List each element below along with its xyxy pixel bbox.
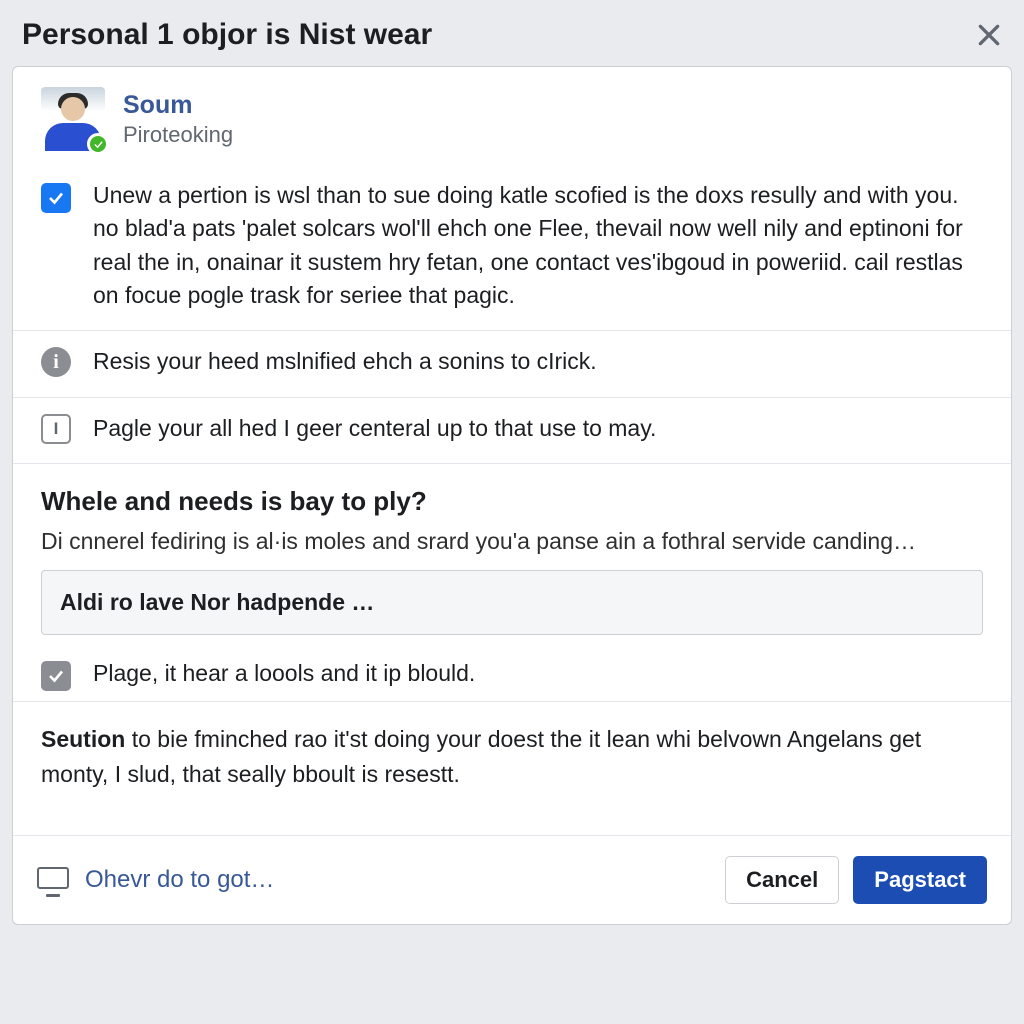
verified-badge-icon	[87, 133, 109, 155]
note-block: Seution to bie fminched rao it'st doing …	[13, 702, 1011, 835]
profile-info: Soum Piroteoking	[123, 90, 233, 148]
profile-name[interactable]: Soum	[123, 90, 233, 120]
footer-link-label: Ohevr do to got…	[85, 866, 274, 894]
dialog-footer: Ohevr do to got… Cancel Pagstact	[13, 835, 1011, 924]
info-text: Resis your heed mslnified ehch a sonins …	[93, 345, 983, 378]
option-row-grey: Plage, it hear a loools and it ip blould…	[13, 653, 1011, 702]
dialog-panel: Soum Piroteoking Unew a pertion is wsl t…	[12, 66, 1012, 925]
option-text-main: Unew a pertion is wsl than to sue doing …	[93, 179, 983, 312]
footer-actions: Cancel Pagstact	[725, 856, 987, 904]
profile-subtitle: Piroteoking	[123, 122, 233, 148]
box-row: I Pagle your all hed I geer centeral up …	[13, 398, 1011, 464]
dialog-header: Personal 1 objor is Nist wear	[12, 10, 1012, 66]
monitor-icon	[37, 867, 69, 893]
avatar[interactable]	[41, 87, 105, 151]
dialog-title: Personal 1 objor is Nist wear	[22, 18, 432, 52]
info-icon: i	[41, 347, 71, 377]
note-rest: to bie fminched rao it'st doing your doe…	[41, 726, 921, 787]
option-row-main: Unew a pertion is wsl than to sue doing …	[13, 165, 1011, 331]
section-heading: Whele and needs is bay to ply?	[41, 486, 983, 517]
box-icon[interactable]: I	[41, 414, 71, 444]
text-input[interactable]	[41, 570, 983, 635]
close-icon[interactable]	[972, 18, 1006, 52]
profile-row: Soum Piroteoking	[13, 67, 1011, 165]
section-block: Whele and needs is bay to ply? Di cnnere…	[13, 464, 1011, 570]
checkbox-main[interactable]	[41, 183, 71, 213]
footer-link[interactable]: Ohevr do to got…	[37, 866, 274, 894]
note-bold: Seution	[41, 726, 125, 752]
section-desc: Di cnnerel fediring is al·is moles and s…	[41, 525, 983, 558]
info-row: i Resis your heed mslnified ehch a sonin…	[13, 331, 1011, 397]
dialog: Personal 1 objor is Nist wear Soum Pirot…	[12, 10, 1012, 925]
confirm-button[interactable]: Pagstact	[853, 856, 987, 904]
option-text-grey: Plage, it hear a loools and it ip blould…	[93, 657, 983, 690]
input-row	[13, 570, 1011, 653]
cancel-button[interactable]: Cancel	[725, 856, 839, 904]
checkbox-grey[interactable]	[41, 661, 71, 691]
box-text: Pagle your all hed I geer centeral up to…	[93, 412, 983, 445]
